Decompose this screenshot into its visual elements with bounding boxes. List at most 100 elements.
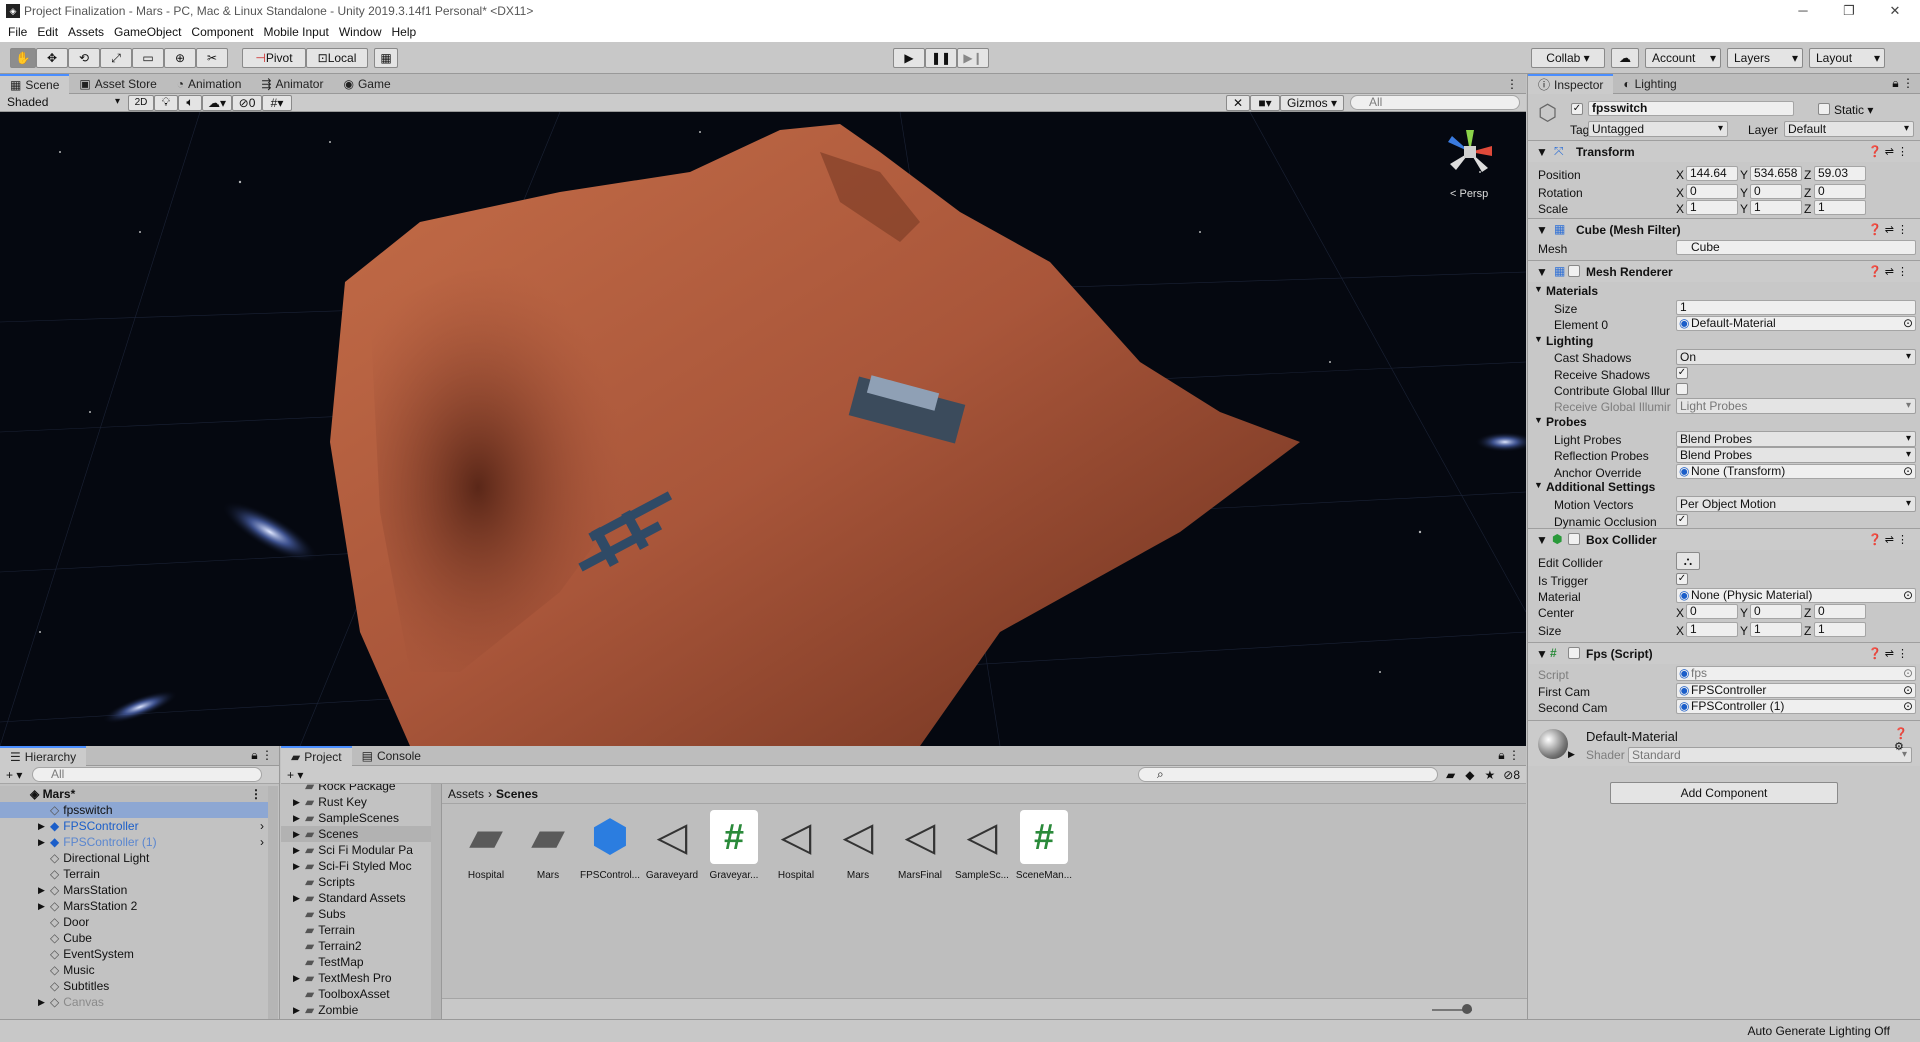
asset-item[interactable]: # Graveyar... xyxy=(704,810,764,881)
scale-z-field[interactable]: 1 xyxy=(1814,200,1866,215)
hidden-packages-toggle[interactable]: ⊘8 xyxy=(1503,768,1520,782)
folder-item[interactable]: ▶ ▰ TextMesh Pro xyxy=(281,970,431,986)
collider-size-z-field[interactable]: 1 xyxy=(1814,622,1866,637)
fps-script-header[interactable]: ▼ # Fps (Script) ❓ ⇌ ⋮ xyxy=(1528,642,1920,664)
folder-item[interactable]: ▰ Subs xyxy=(281,906,431,922)
asset-item[interactable]: ⬢ FPSControl... xyxy=(580,810,640,881)
folder-item[interactable]: ▶ ▰ Sci-Fi Styled Moc xyxy=(281,858,431,874)
icon-size-slider-handle[interactable] xyxy=(1462,1004,1472,1014)
expand-arrow-icon[interactable]: ▶ xyxy=(38,898,45,914)
chevron-right-icon[interactable]: › xyxy=(260,834,264,850)
element-0-field[interactable]: ◉ Default-Material ⊙ xyxy=(1676,316,1916,331)
tab-console[interactable]: ▤ Console xyxy=(352,746,431,766)
mesh-field[interactable]: Cube xyxy=(1676,240,1916,255)
box-collider-enabled-checkbox[interactable] xyxy=(1568,533,1580,545)
filter-type-icon[interactable]: ▰ xyxy=(1446,768,1455,782)
position-y-field[interactable]: 534.658 xyxy=(1750,166,1802,181)
object-name-field[interactable]: fpsswitch xyxy=(1588,101,1794,116)
folder-item[interactable]: ▶ ▰ Zombie xyxy=(281,1002,431,1018)
mode-2d-toggle[interactable]: 2D xyxy=(128,94,154,111)
hierarchy-item[interactable]: ◇ Terrain xyxy=(0,866,268,882)
receive-gi-dropdown[interactable]: Light Probes xyxy=(1676,398,1916,414)
expand-arrow-icon[interactable]: ▶ xyxy=(38,882,45,898)
collab-dropdown[interactable]: Collab ▾ xyxy=(1531,48,1605,68)
expand-arrow-icon[interactable]: ▶ xyxy=(293,794,300,810)
edit-collider-button[interactable]: ⛬ xyxy=(1676,552,1700,570)
materials-size-field[interactable]: 1 xyxy=(1676,300,1916,315)
more-options-icon[interactable]: ⋮ xyxy=(1506,77,1518,91)
hierarchy-item[interactable]: ▶ ◇ MarsStation xyxy=(0,882,268,898)
receive-shadows-checkbox[interactable]: ✓ xyxy=(1676,367,1688,379)
foldout-arrow-icon[interactable]: ▼ xyxy=(1534,334,1543,344)
box-collider-header[interactable]: ▼ ⬢ Box Collider ❓ ⇌ ⋮ xyxy=(1528,528,1920,550)
position-z-field[interactable]: 59.03 xyxy=(1814,166,1866,181)
rotate-tool-icon[interactable]: ⟲ xyxy=(68,48,100,68)
expand-arrow-icon[interactable]: ▶ xyxy=(293,1002,300,1018)
mesh-filter-header[interactable]: ▼ ▦ Cube (Mesh Filter) ❓ ⇌ ⋮ xyxy=(1528,218,1920,240)
second-cam-field[interactable]: ◉ FPSController (1) ⊙ xyxy=(1676,699,1916,714)
breadcrumb-scenes[interactable]: Scenes xyxy=(496,787,538,801)
foldout-arrow-icon[interactable]: ▼ xyxy=(1536,647,1548,661)
foldout-arrow-icon[interactable]: ▼ xyxy=(1534,480,1543,490)
folder-item[interactable]: ▰ ToolboxAsset xyxy=(281,986,431,1002)
hierarchy-item[interactable]: ▶ ◆ FPSController (1) › xyxy=(0,834,268,850)
status-text[interactable]: Auto Generate Lighting Off xyxy=(1747,1024,1890,1038)
active-checkbox[interactable]: ✓ xyxy=(1571,103,1583,115)
foldout-arrow-icon[interactable]: ▼ xyxy=(1534,284,1543,294)
expand-arrow-icon[interactable]: ▶ xyxy=(38,834,45,850)
tab-scene[interactable]: ▦ Scene xyxy=(0,73,70,94)
expand-arrow-icon[interactable]: ▶ xyxy=(293,890,300,906)
close-icon[interactable]: ✕ xyxy=(1872,0,1918,22)
hierarchy-scrollbar[interactable] xyxy=(268,786,278,1019)
cast-shadows-dropdown[interactable]: On xyxy=(1676,349,1916,365)
hierarchy-search-input[interactable]: All xyxy=(32,767,262,782)
component-icons[interactable]: ❓ ⇌ ⋮ xyxy=(1868,145,1908,158)
favorite-icon[interactable]: ★ xyxy=(1484,768,1495,782)
collider-size-y-field[interactable]: 1 xyxy=(1750,622,1802,637)
first-cam-field[interactable]: ◉ FPSController ⊙ xyxy=(1676,683,1916,698)
mesh-renderer-header[interactable]: ▼ ▦ Mesh Renderer ❓ ⇌ ⋮ xyxy=(1528,260,1920,282)
scene-menu-icon[interactable]: ⋮ xyxy=(250,786,262,802)
menu-mobile-input[interactable]: Mobile Input xyxy=(263,25,328,39)
scene-gizmo-widget[interactable] xyxy=(1440,122,1500,182)
hierarchy-item[interactable]: ◇ Cube xyxy=(0,930,268,946)
folder-item[interactable]: ▰ TestMap xyxy=(281,954,431,970)
cloud-icon[interactable]: ☁ xyxy=(1611,48,1639,68)
contribute-gi-checkbox[interactable] xyxy=(1676,383,1688,395)
folder-item[interactable]: ▶ ▰ Rust Key xyxy=(281,794,431,810)
scene-search-input[interactable]: All xyxy=(1350,95,1520,110)
create-icon[interactable]: + ▾ xyxy=(6,768,32,782)
lock-icon[interactable]: 🔒︎ ⋮ xyxy=(251,748,273,763)
script-ref-field[interactable]: ◉ fps ⊙ xyxy=(1676,666,1916,681)
scale-y-field[interactable]: 1 xyxy=(1750,200,1802,215)
motion-vectors-dropdown[interactable]: Per Object Motion xyxy=(1676,496,1916,512)
component-icons[interactable]: ❓ ⇌ ⋮ xyxy=(1868,223,1908,236)
asset-item[interactable]: ◁ Mars xyxy=(828,810,888,881)
menu-file[interactable]: File xyxy=(8,25,27,39)
camera-icon[interactable]: ■▾ xyxy=(1250,94,1280,111)
foldout-arrow-icon[interactable]: ▼ xyxy=(1536,223,1548,237)
anchor-override-field[interactable]: ◉ None (Transform) ⊙ xyxy=(1676,464,1916,479)
object-picker-icon[interactable]: ⊙ xyxy=(1903,684,1913,697)
expand-arrow-icon[interactable]: ▶ xyxy=(293,970,300,986)
transform-component-header[interactable]: ▼ ⤧ Transform ❓ ⇌ ⋮ xyxy=(1528,140,1920,162)
probes-foldout[interactable]: ▼ Probes xyxy=(1534,415,1587,429)
hierarchy-item[interactable]: ▶ ◆ FPSController › xyxy=(0,818,268,834)
tab-animator[interactable]: ⇶ Animator xyxy=(251,74,333,94)
play-button[interactable]: ▶ xyxy=(893,48,925,68)
tab-game[interactable]: ◉ Game xyxy=(333,74,400,94)
audio-icon[interactable]: 🔈︎ xyxy=(178,94,202,111)
static-label[interactable]: Static ▾ xyxy=(1834,103,1873,117)
rect-tool-icon[interactable]: ▭ xyxy=(132,48,164,68)
tab-project[interactable]: ▰ Project xyxy=(281,745,352,766)
folder-scrollbar[interactable] xyxy=(431,784,441,1019)
layer-dropdown[interactable]: Default xyxy=(1784,121,1914,137)
object-picker-icon[interactable]: ⊙ xyxy=(1903,317,1913,330)
object-picker-icon[interactable]: ⊙ xyxy=(1903,700,1913,713)
collider-size-x-field[interactable]: 1 xyxy=(1686,622,1738,637)
layers-dropdown[interactable]: Layers ▾ xyxy=(1727,48,1803,68)
expand-arrow-icon[interactable]: ▶ xyxy=(293,810,300,826)
rotation-y-field[interactable]: 0 xyxy=(1750,184,1802,199)
add-component-button[interactable]: Add Component xyxy=(1610,782,1838,804)
lighting-foldout[interactable]: ▼ Lighting xyxy=(1534,334,1593,348)
